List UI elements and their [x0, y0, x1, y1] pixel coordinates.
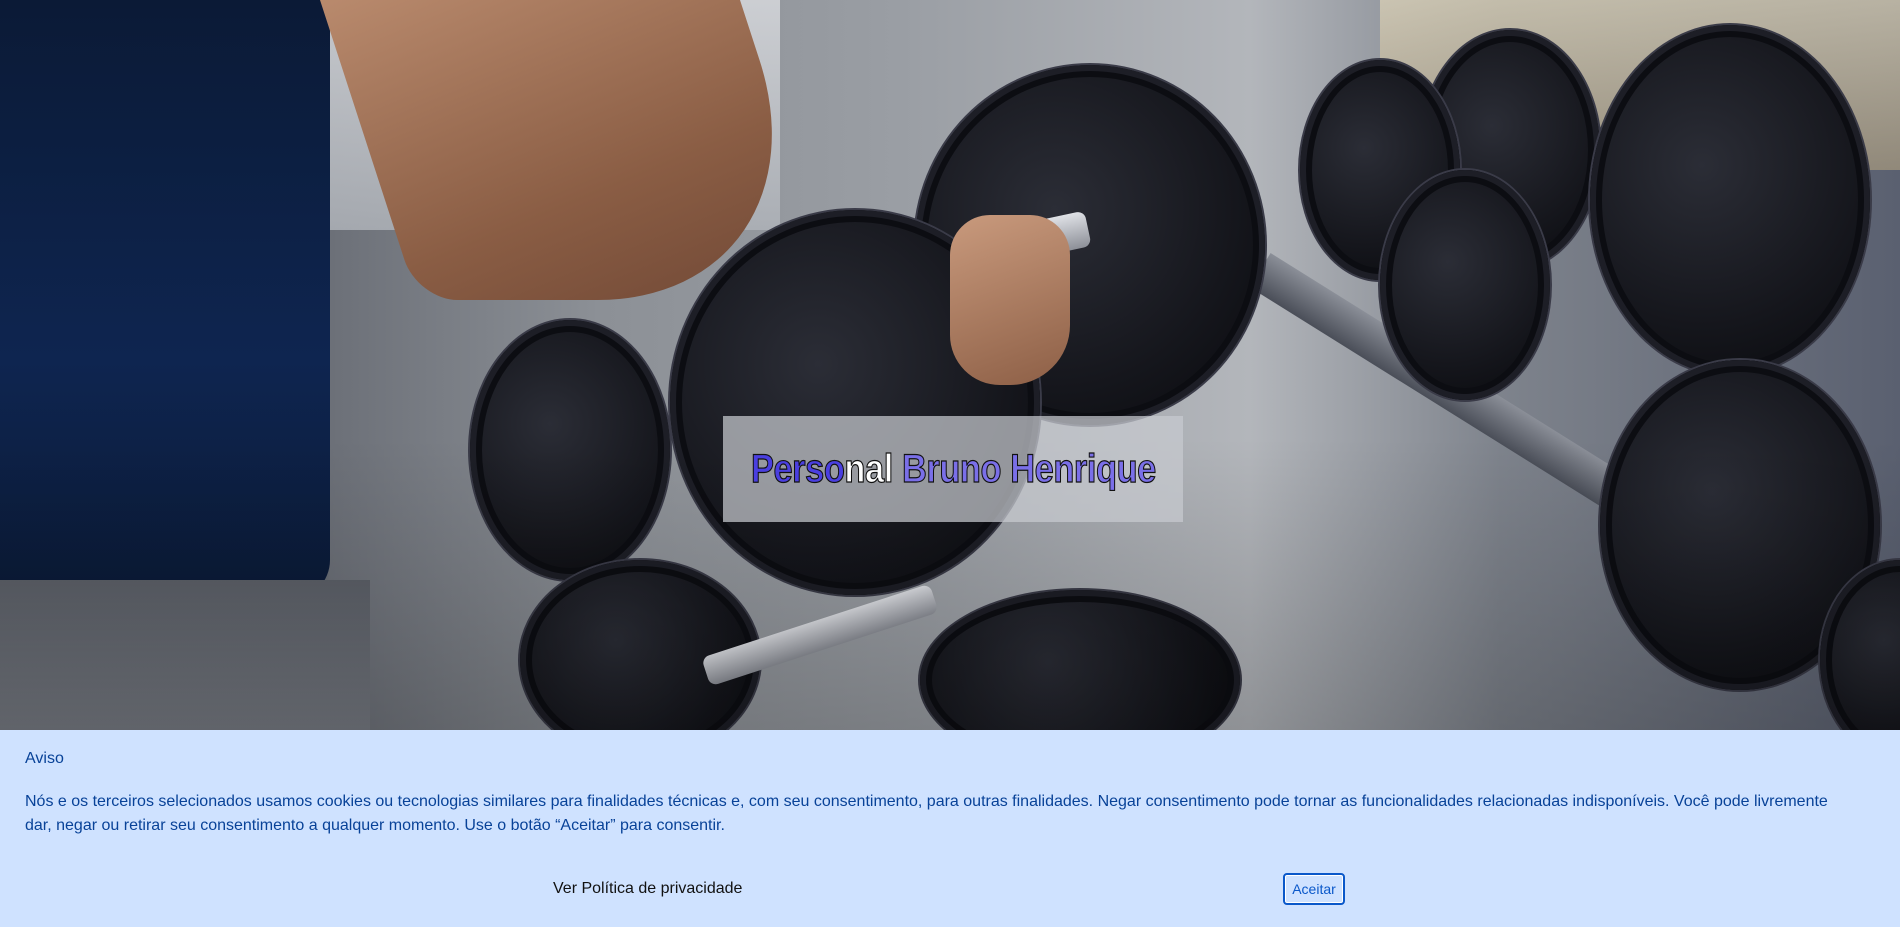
- site-title-box: Personal Bruno Henrique: [723, 416, 1183, 522]
- cookie-banner: Aviso Nós e os terceiros selecionados us…: [0, 730, 1900, 927]
- hero-background-image: [0, 0, 1900, 730]
- cookie-banner-title: Aviso: [25, 750, 64, 767]
- accept-cookies-button[interactable]: Aceitar: [1283, 873, 1345, 905]
- hero-shade-overlay: [0, 0, 1900, 730]
- site-title-part-3: Bruno Henrique: [901, 446, 1156, 491]
- site-title: Personal Bruno Henrique: [750, 446, 1156, 492]
- site-title-part-2: nal: [843, 446, 902, 491]
- site-title-part-1: Perso: [750, 446, 845, 491]
- cookie-banner-text: Nós e os terceiros selecionados usamos c…: [25, 793, 1828, 834]
- privacy-policy-link[interactable]: Ver Política de privacidade: [553, 880, 742, 898]
